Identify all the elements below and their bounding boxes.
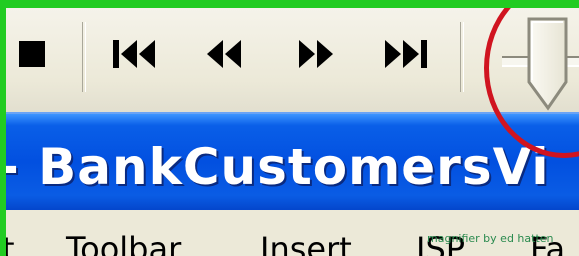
menu-bar: t Toolbar Insert ISP Fa magnifier by ed … [6,210,579,256]
magnified-window: - BankCustomersVi t Toolbar Insert ISP F… [6,8,579,256]
menu-item-partial[interactable]: t [6,230,15,256]
first-record-icon [113,40,155,68]
menu-item-insert[interactable]: Insert [260,230,352,256]
next-record-icon [299,40,333,68]
last-record-icon [385,40,427,68]
window-title: - BankCustomersVi [6,138,550,196]
last-record-button[interactable] [376,24,436,84]
window-titlebar[interactable]: - BankCustomersVi [6,112,579,210]
toolbar-separator [460,22,464,92]
previous-record-icon [207,40,241,68]
next-record-button[interactable] [286,24,346,84]
stop-icon [19,41,45,67]
slider-thumb[interactable] [526,16,572,117]
previous-record-button[interactable] [194,24,254,84]
magnifier-watermark: magnifier by ed hatten [427,232,554,245]
toolbar-separator [82,22,86,92]
menu-item-toolbar[interactable]: Toolbar [66,230,181,256]
first-record-button[interactable] [106,24,166,84]
screenshot-frame: - BankCustomersVi t Toolbar Insert ISP F… [0,0,579,256]
slider-thumb-icon [527,17,568,111]
stop-button[interactable] [14,24,50,84]
navigation-toolbar [6,8,579,112]
